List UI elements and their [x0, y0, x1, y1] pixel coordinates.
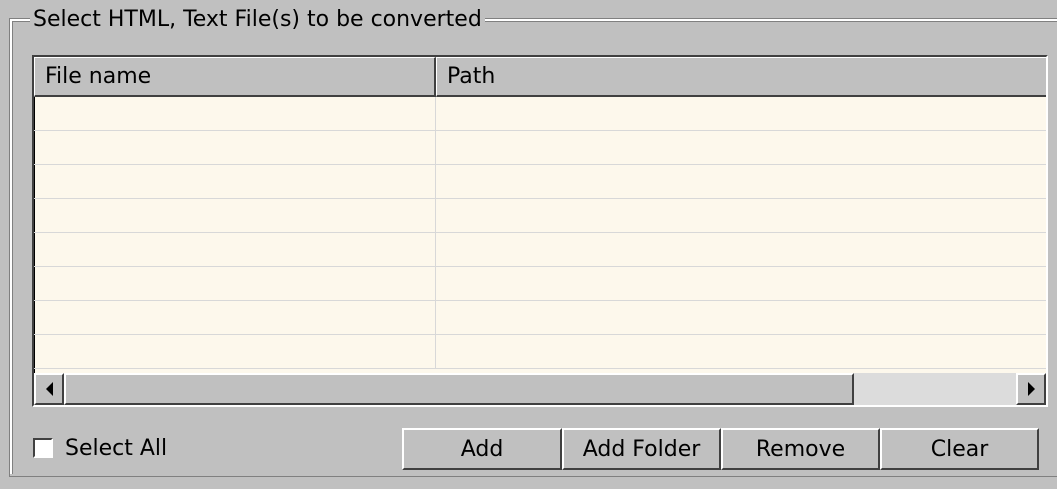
- select-all-label[interactable]: Select All: [65, 436, 167, 461]
- file-name-cell: [34, 199, 436, 232]
- add-folder-button[interactable]: Add Folder: [562, 428, 721, 470]
- select-all-control[interactable]: Select All: [33, 433, 167, 463]
- arrow-right-icon: [1027, 382, 1035, 396]
- column-header-file-name[interactable]: File name: [34, 57, 436, 97]
- file-list-header: File name Path: [34, 57, 1046, 97]
- add-button[interactable]: Add: [402, 428, 562, 470]
- file-name-cell: [34, 97, 436, 130]
- list-item[interactable]: [34, 165, 1046, 199]
- select-all-checkbox[interactable]: [33, 438, 53, 458]
- scroll-right-button[interactable]: [1016, 373, 1046, 405]
- horizontal-scrollbar[interactable]: [34, 373, 1046, 405]
- list-item[interactable]: [34, 199, 1046, 233]
- remove-button[interactable]: Remove: [721, 428, 880, 470]
- file-name-cell: [34, 267, 436, 300]
- scroll-left-button[interactable]: [34, 373, 64, 405]
- path-cell: [436, 97, 1046, 130]
- path-cell: [436, 267, 1046, 300]
- file-name-cell: [34, 131, 436, 164]
- clear-button[interactable]: Clear: [880, 428, 1039, 470]
- file-name-cell: [34, 301, 436, 334]
- list-item[interactable]: [34, 131, 1046, 165]
- path-cell: [436, 199, 1046, 232]
- file-list-rows: [34, 97, 1046, 369]
- scrollbar-thumb[interactable]: [64, 373, 854, 405]
- list-item[interactable]: [34, 335, 1046, 369]
- group-title: Select HTML, Text File(s) to be converte…: [30, 6, 485, 34]
- file-name-cell: [34, 335, 436, 368]
- file-name-cell: [34, 233, 436, 266]
- list-item[interactable]: [34, 301, 1046, 335]
- file-name-cell: [34, 165, 436, 198]
- arrow-left-icon: [45, 382, 53, 396]
- list-item[interactable]: [34, 233, 1046, 267]
- path-cell: [436, 131, 1046, 164]
- list-item[interactable]: [34, 267, 1046, 301]
- path-cell: [436, 233, 1046, 266]
- file-list[interactable]: File name Path: [32, 55, 1048, 407]
- path-cell: [436, 165, 1046, 198]
- path-cell: [436, 335, 1046, 368]
- path-cell: [436, 301, 1046, 334]
- column-header-path[interactable]: Path: [436, 57, 1046, 97]
- action-buttons: Add Add Folder Remove Clear: [402, 428, 1039, 470]
- list-item[interactable]: [34, 97, 1046, 131]
